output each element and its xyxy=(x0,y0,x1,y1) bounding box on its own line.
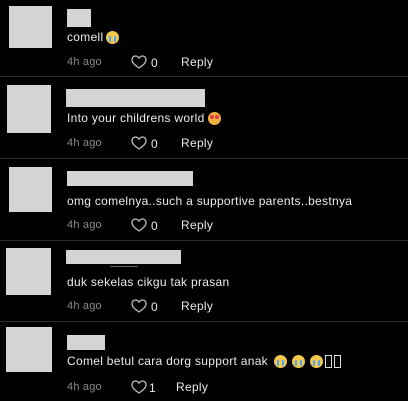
like-heart-icon[interactable] xyxy=(131,55,147,69)
comment-text-content: Comel betul cara dorg support anak xyxy=(67,354,268,368)
avatar[interactable] xyxy=(9,6,52,48)
divider xyxy=(0,76,408,77)
like-count: 0 xyxy=(151,300,158,314)
reply-button[interactable]: Reply xyxy=(181,299,213,313)
like-count: 0 xyxy=(151,219,158,233)
avatar[interactable] xyxy=(9,167,52,212)
comment-text-content: omg comelnya..such a supportive parents.… xyxy=(67,194,353,208)
username-redacted[interactable] xyxy=(66,250,181,264)
comment-text: Comel betul cara dorg support anak xyxy=(67,354,341,369)
like-heart-icon[interactable] xyxy=(131,136,147,150)
missing-glyph-icon xyxy=(333,355,341,369)
heart-eyes-face-icon xyxy=(207,112,221,126)
comment-text-content: duk sekelas cikgu tak prasan xyxy=(67,275,230,289)
reply-button[interactable]: Reply xyxy=(181,55,213,69)
crying-face-icon xyxy=(291,355,305,369)
comment-text: duk sekelas cikgu tak prasan xyxy=(67,275,229,289)
username-redacted[interactable] xyxy=(67,9,91,27)
crying-face-icon xyxy=(273,355,287,369)
like-heart-icon[interactable] xyxy=(131,380,147,394)
like-count: 1 xyxy=(149,381,156,395)
timestamp: 4h ago xyxy=(67,137,102,149)
comment-text-content: Into your childrens world xyxy=(67,111,205,125)
comment-text: comell xyxy=(67,30,120,45)
like-heart-icon[interactable] xyxy=(131,299,147,313)
timestamp: 4h ago xyxy=(67,300,102,312)
timestamp: 4h ago xyxy=(67,381,102,393)
divider xyxy=(0,321,408,322)
crying-face-icon xyxy=(309,355,323,369)
like-heart-icon[interactable] xyxy=(131,218,147,232)
username-underline xyxy=(110,266,138,267)
crying-face-icon xyxy=(106,31,120,45)
reply-button[interactable]: Reply xyxy=(176,380,208,394)
username-redacted[interactable] xyxy=(67,171,193,186)
like-count: 0 xyxy=(151,56,158,70)
comment-text: Into your childrens world xyxy=(67,111,221,126)
divider xyxy=(0,240,408,241)
username-redacted[interactable] xyxy=(66,89,205,107)
reply-button[interactable]: Reply xyxy=(181,136,213,150)
missing-glyph-icon xyxy=(324,355,332,369)
comment-text: omg comelnya..such a supportive parents.… xyxy=(67,194,352,208)
timestamp: 4h ago xyxy=(67,56,102,68)
divider xyxy=(0,158,408,159)
username-redacted[interactable] xyxy=(67,335,105,350)
comment-text-content: comell xyxy=(67,30,104,44)
like-count: 0 xyxy=(151,137,158,151)
avatar[interactable] xyxy=(6,248,51,295)
avatar[interactable] xyxy=(6,327,52,372)
timestamp: 4h ago xyxy=(67,219,102,231)
avatar[interactable] xyxy=(7,85,51,133)
reply-button[interactable]: Reply xyxy=(181,218,213,232)
